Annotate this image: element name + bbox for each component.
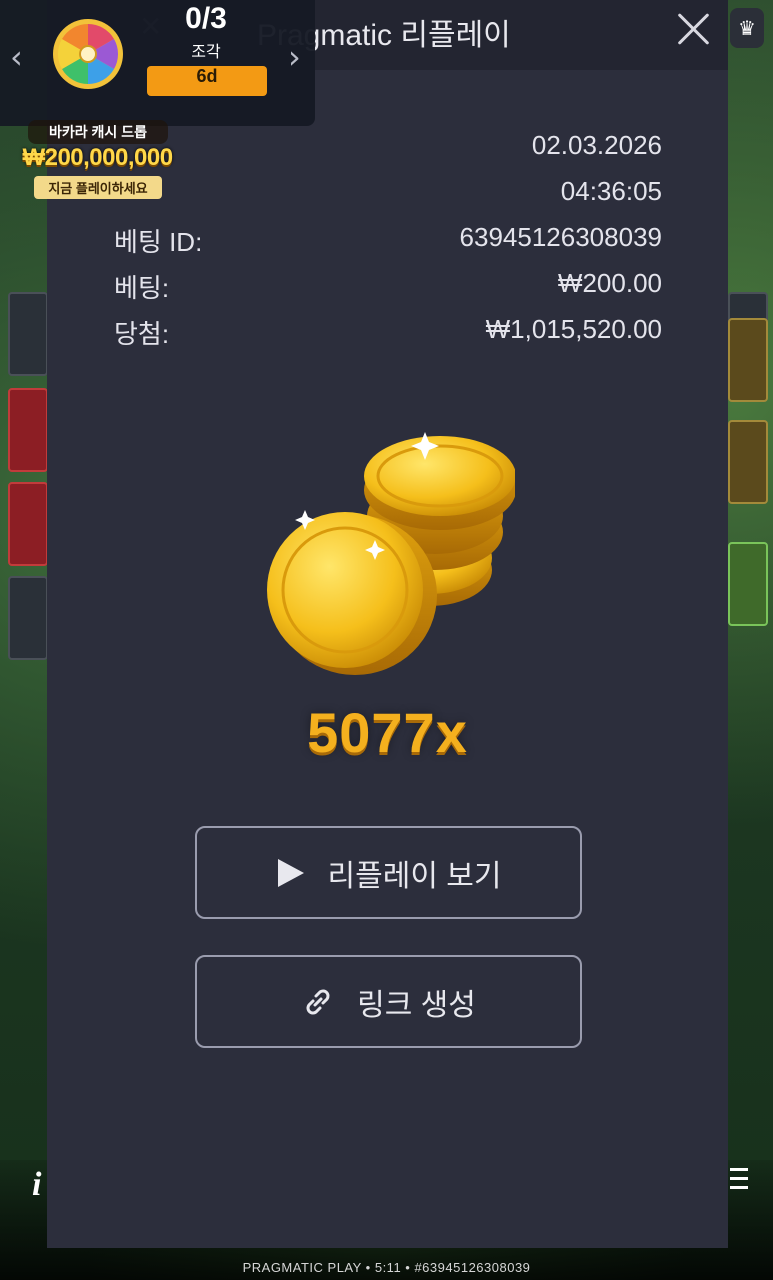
promo-cta: 지금 플레이하세요	[34, 176, 162, 199]
watch-replay-label: 리플레이 보기	[327, 859, 502, 893]
detail-label: 당첨:	[114, 319, 170, 349]
watch-replay-button[interactable]: 리플레이 보기	[195, 826, 582, 919]
menu-icon[interactable]	[730, 1168, 748, 1190]
chevron-left-icon[interactable]: ‹	[10, 38, 23, 76]
link-icon	[301, 985, 335, 1019]
fragment-unit: 조각	[191, 44, 221, 61]
slot-symbol	[8, 576, 48, 660]
detail-row-win: 당첨: ₩1,015,520.00	[114, 314, 662, 350]
detail-row-bet-id: 베팅 ID: 63945126308039	[114, 222, 662, 258]
play-icon	[276, 857, 306, 889]
detail-row-bet: 베팅: ₩200.00	[114, 268, 662, 304]
gold-coins-icon	[267, 432, 515, 675]
fragment-count: 0/3	[185, 2, 227, 35]
promo-banner[interactable]: 바카라 캐시 드롭 ₩200,000,000 지금 플레이하세요	[20, 112, 175, 204]
win-multiplier: 5077x	[307, 701, 468, 764]
game-footer: PRAGMATIC PLAY • 5:11 • #63945126308039	[242, 1260, 531, 1275]
detail-value: ₩200.00	[557, 268, 662, 298]
create-link-button[interactable]: 링크 생성	[195, 955, 582, 1048]
slot-symbol	[8, 292, 48, 376]
slot-symbol	[8, 388, 48, 472]
detail-row-date: 02.03.2026	[114, 130, 662, 166]
detail-value: 63945126308039	[459, 222, 662, 252]
event-widget[interactable]: ‹ 0/3 조각 6d ›	[0, 0, 315, 126]
prize-wheel-icon[interactable]	[52, 18, 124, 90]
timer-badge: 6d	[147, 66, 267, 96]
detail-row-time: 04:36:05	[114, 176, 662, 212]
detail-label: 베팅 ID:	[114, 227, 203, 257]
slot-symbol	[8, 482, 48, 566]
slot-symbol	[728, 318, 768, 402]
chevron-right-icon[interactable]: ›	[288, 38, 301, 76]
slot-symbol	[728, 420, 768, 504]
detail-value: ₩1,015,520.00	[485, 314, 662, 344]
detail-label: 베팅:	[114, 273, 170, 303]
crown-icon[interactable]: ♛	[730, 8, 764, 48]
promo-amount: ₩200,000,000	[22, 144, 173, 171]
close-button[interactable]	[673, 8, 713, 48]
info-icon[interactable]: i	[32, 1166, 41, 1204]
detail-value: 02.03.2026	[531, 130, 662, 160]
create-link-label: 링크 생성	[357, 988, 476, 1022]
detail-value: 04:36:05	[560, 176, 662, 206]
promo-title: 바카라 캐시 드롭	[28, 120, 168, 144]
slot-symbol	[728, 542, 768, 626]
